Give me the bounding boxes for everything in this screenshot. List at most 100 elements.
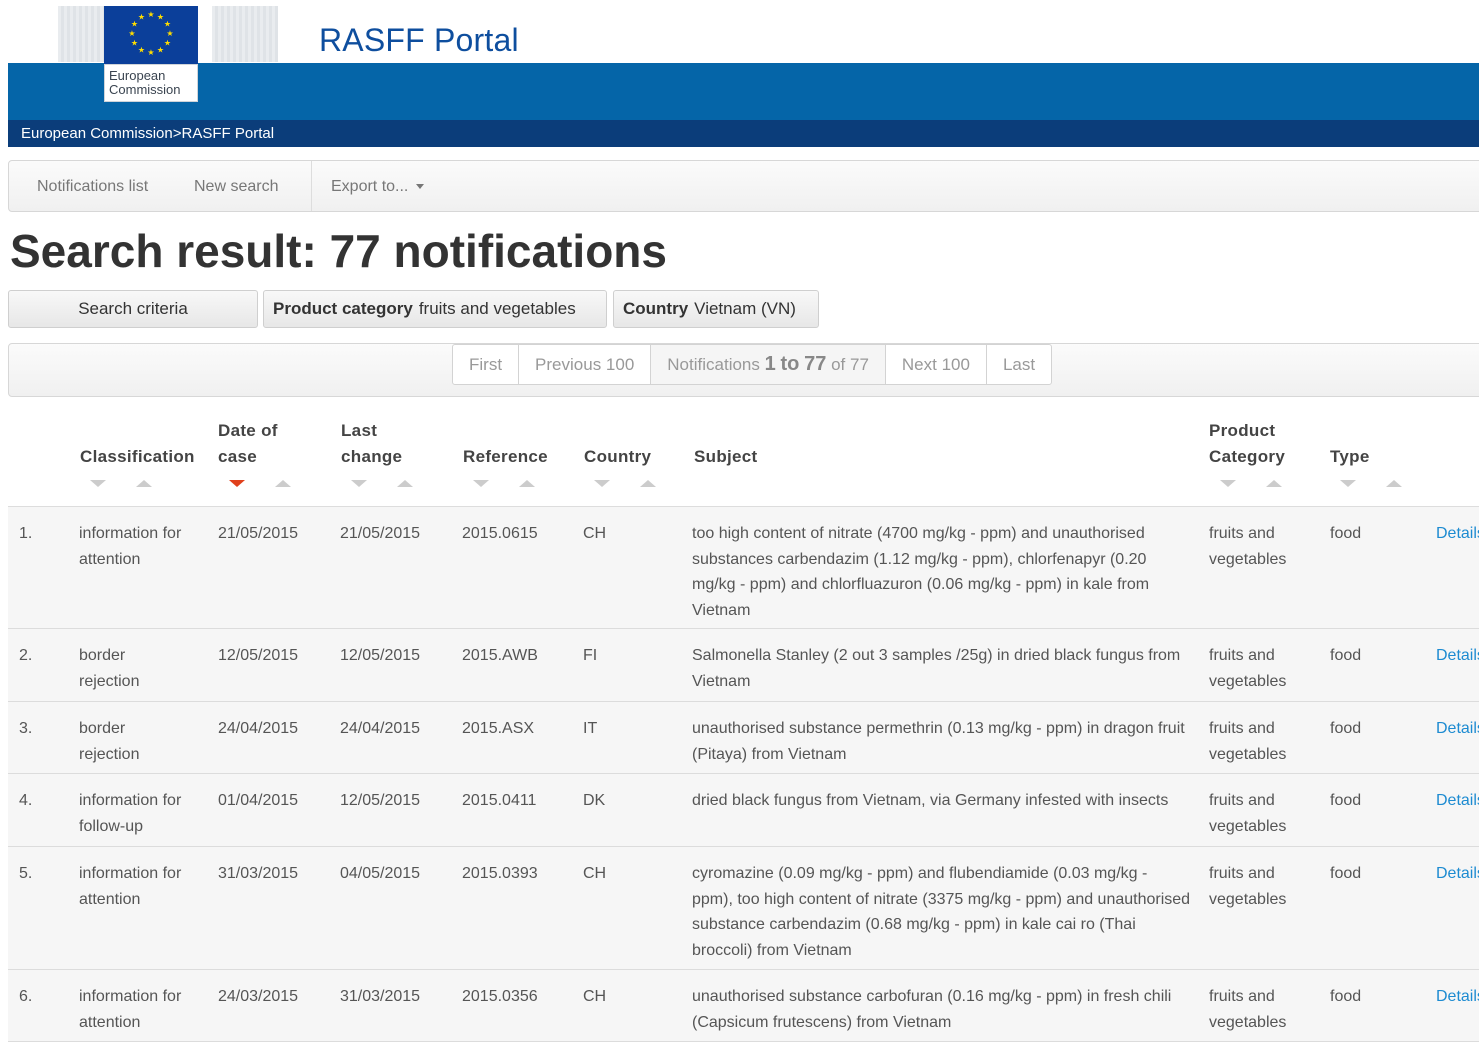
row-subject: dried black fungus from Vietnam, via Ger… [692,792,1169,809]
details-link[interactable]: Details [1436,643,1479,669]
svg-text:★: ★ [147,10,154,19]
page-title-suffix: notifications [380,225,667,277]
logo-label: European Commission [104,64,198,102]
search-criteria-button[interactable]: Search criteria [8,290,258,328]
column-header-type[interactable]: Type [1330,444,1370,470]
row-reference: 2015.AWB [462,647,538,664]
sort-asc-icon[interactable] [640,480,656,487]
row-subject: unauthorised substance carbofuran (0.16 … [692,988,1172,1031]
svg-text:★: ★ [164,20,171,29]
sort-asc-icon[interactable] [1386,480,1402,487]
pagination-bar: First Previous 100 Notifications 1 to 77… [8,343,1479,397]
table-row[interactable]: 1. information for attention 21/05/2015 … [8,507,1479,629]
column-header-subject: Subject [694,447,758,466]
breadcrumb: European Commission>RASFF Portal [21,125,274,142]
country-filter[interactable]: Country Vietnam (VN) [613,290,819,328]
notifications-list-link[interactable]: Notifications list [37,178,148,196]
country-filter-value: Vietnam (VN) [694,299,796,318]
row-classification: information for attention [79,988,182,1031]
table-row[interactable]: 5. information for attention 31/03/2015 … [8,847,1479,970]
svg-text:★: ★ [131,39,138,48]
row-country: CH [583,865,607,882]
breadcrumb-bar: European Commission>RASFF Portal [8,120,1479,147]
sort-desc-icon[interactable] [473,480,489,487]
row-country: IT [583,720,598,737]
column-header-date-of-case[interactable]: Date of case [218,418,278,470]
table-row[interactable]: 2. border rejection 12/05/2015 12/05/201… [8,629,1479,702]
details-link[interactable]: Details [1436,984,1479,1010]
table-row[interactable]: 3. border rejection 24/04/2015 24/04/201… [8,702,1479,774]
site-title[interactable]: RASFF Portal [319,22,519,59]
new-search-link[interactable]: New search [194,178,278,196]
row-product-category: fruits and vegetables [1209,792,1287,835]
svg-text:★: ★ [166,29,173,38]
column-header-date-line2: case [218,447,258,466]
column-header-category-line1: Product [1209,421,1276,440]
row-number: 6. [19,988,33,1005]
table-row[interactable]: 4. information for follow-up 01/04/2015 … [8,774,1479,847]
breadcrumb-item-rasff-portal[interactable]: RASFF Portal [182,125,275,142]
row-classification: border rejection [79,647,140,690]
logo-text-line1: European [109,68,166,83]
row-number: 4. [19,792,33,809]
row-type: food [1330,525,1362,542]
details-link[interactable]: Details [1436,716,1479,742]
sort-desc-icon[interactable] [351,480,367,487]
row-product-category: fruits and vegetables [1209,647,1287,690]
sort-asc-icon[interactable] [275,480,291,487]
row-reference: 2015.0411 [462,792,537,809]
page-title: Search result: 77 notifications [10,224,667,278]
logo-building-graphic [212,6,278,62]
chevron-down-icon [416,184,425,190]
row-reference: 2015.ASX [462,720,535,737]
row-last-change: 12/05/2015 [340,792,421,809]
sort-desc-active-icon[interactable] [229,480,245,487]
european-commission-logo[interactable]: ★ ★ ★ ★ ★ ★ ★ ★ ★ ★ ★ ★ European Commiss… [58,6,280,103]
sort-asc-icon[interactable] [519,480,535,487]
row-product-category: fruits and vegetables [1209,988,1287,1031]
result-count: 77 [329,225,381,277]
breadcrumb-separator: > [172,125,182,142]
details-link[interactable]: Details [1436,861,1479,887]
export-dropdown[interactable]: Export to... [331,178,425,196]
export-label: Export to... [331,178,409,195]
svg-text:★: ★ [147,48,154,57]
sort-desc-icon[interactable] [594,480,610,487]
table-header: Classification Date of case Last change … [8,410,1479,508]
details-link[interactable]: Details [1436,788,1479,814]
last-page-button[interactable]: Last [985,345,1051,384]
details-link[interactable]: Details [1436,521,1479,547]
table-row[interactable]: 6. information for attention 24/03/2015 … [8,970,1479,1042]
sort-asc-icon[interactable] [136,480,152,487]
sort-asc-icon[interactable] [397,480,413,487]
sort-desc-icon[interactable] [1340,480,1356,487]
row-reference: 2015.0356 [462,988,538,1005]
row-number: 1. [19,525,33,542]
row-classification: information for follow-up [79,792,182,835]
breadcrumb-item-european-commission[interactable]: European Commission [21,125,173,142]
column-header-reference[interactable]: Reference [463,444,548,470]
product-category-filter[interactable]: Product category fruits and vegetables [263,290,607,328]
row-classification: information for attention [79,865,182,908]
row-date-of-case: 31/03/2015 [218,865,299,882]
column-header-country[interactable]: Country [584,444,651,470]
column-header-last-change[interactable]: Last change [341,418,402,470]
previous-page-button[interactable]: Previous 100 [518,345,650,384]
sort-asc-icon[interactable] [1266,480,1282,487]
svg-text:★: ★ [164,39,171,48]
sort-desc-icon[interactable] [1220,480,1236,487]
row-date-of-case: 21/05/2015 [218,525,299,542]
country-filter-label: Country [623,299,689,318]
range-end: 77 [804,353,827,375]
row-reference: 2015.0615 [462,525,538,542]
column-header-classification[interactable]: Classification [80,444,195,470]
column-header-product-category[interactable]: Product Category [1209,418,1285,470]
next-page-button[interactable]: Next 100 [884,345,986,384]
row-type: food [1330,720,1362,737]
row-reference: 2015.0393 [462,865,538,882]
row-last-change: 24/04/2015 [340,720,421,737]
pagination-status: Notifications 1 to 77 of 77 [650,345,885,384]
sort-desc-icon[interactable] [90,480,106,487]
first-page-button[interactable]: First [453,345,518,384]
row-last-change: 12/05/2015 [340,647,421,664]
